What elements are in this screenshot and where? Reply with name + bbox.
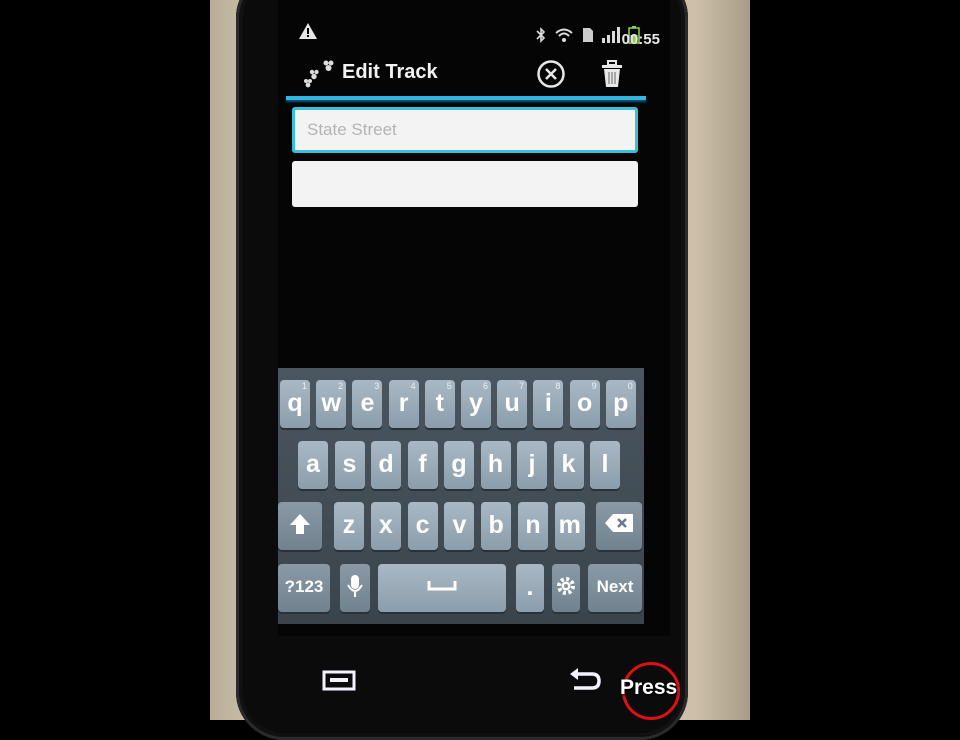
sd-card-icon (582, 27, 594, 48)
key-n[interactable]: n (518, 502, 548, 550)
key-label: n (525, 511, 541, 539)
key-number-hint: 0 (627, 381, 633, 391)
key-q[interactable]: q1 (280, 380, 310, 428)
key-number-hint: 6 (482, 381, 488, 391)
key-label: v (452, 511, 467, 539)
key-x[interactable]: x (370, 502, 401, 550)
key-v[interactable]: v (444, 502, 475, 550)
key-k[interactable]: k (553, 441, 584, 489)
key-label: x (378, 511, 393, 539)
status-bar: 00:55 (278, 14, 670, 54)
key-c[interactable]: c (407, 502, 438, 550)
trash-icon[interactable] (600, 60, 626, 90)
key-i[interactable]: i8 (533, 380, 564, 428)
warning-icon (298, 22, 318, 45)
signal-icon (602, 27, 620, 48)
key-label: r (398, 389, 409, 417)
key-u[interactable]: u7 (497, 380, 528, 428)
key-label: g (451, 450, 467, 478)
key-label: y (469, 389, 483, 417)
status-clock: 00:55 (621, 31, 660, 48)
key-label: a (306, 450, 320, 478)
key-l[interactable]: l (590, 441, 620, 489)
key-w[interactable]: w2 (316, 380, 347, 428)
symbols-key[interactable]: ?123 (278, 564, 330, 612)
key-e[interactable]: e3 (352, 380, 383, 428)
key-label: c (415, 511, 430, 539)
key-label: d (378, 450, 394, 478)
phone-screen: 00:55 Edit Track ?123 (278, 0, 670, 636)
key-j[interactable]: j (517, 441, 547, 489)
backspace-key[interactable] (596, 502, 642, 550)
key-label: e (360, 389, 375, 417)
mic-icon (347, 575, 363, 597)
key-f[interactable]: f (407, 441, 438, 489)
key-label: i (544, 389, 552, 417)
key-number-hint: 2 (338, 381, 344, 391)
key-d[interactable]: d (371, 441, 401, 489)
key-g[interactable]: g (444, 441, 474, 489)
key-label: f (418, 450, 427, 478)
back-icon[interactable] (568, 668, 602, 699)
key-label: m (558, 511, 581, 539)
key-label: u (504, 389, 520, 417)
bluetooth-icon (536, 27, 546, 48)
soft-keyboard: ?123 . Next q1w2e3r4t5y6u7i8o9p0asdfghjk… (278, 368, 644, 624)
key-label: k (561, 450, 576, 478)
shift-icon (290, 514, 310, 534)
key-s[interactable]: s (334, 441, 365, 489)
key-h[interactable]: h (480, 441, 511, 489)
key-label: s (342, 450, 357, 478)
period-key[interactable]: . (516, 564, 544, 612)
key-p[interactable]: p0 (605, 380, 636, 428)
key-a[interactable]: a (298, 441, 328, 489)
settings-icon (557, 577, 575, 595)
page-title: Edit Track (342, 61, 438, 83)
menu-icon[interactable] (322, 670, 358, 697)
key-y[interactable]: y6 (461, 380, 491, 428)
key-label: j (528, 450, 536, 478)
key-b[interactable]: b (481, 502, 512, 550)
key-number-hint: 5 (446, 381, 452, 391)
key-label: b (488, 511, 504, 539)
settings-key[interactable] (552, 564, 580, 612)
key-o[interactable]: o9 (569, 380, 600, 428)
wifi-icon (554, 27, 574, 48)
key-r[interactable]: r4 (388, 380, 419, 428)
mic-key[interactable] (340, 564, 370, 612)
key-number-hint: 3 (374, 381, 380, 391)
shift-key[interactable] (278, 502, 322, 550)
key-number-hint: 1 (301, 381, 307, 391)
next-key[interactable]: Next (588, 564, 642, 612)
key-label: t (435, 389, 444, 417)
key-number-hint: 4 (410, 381, 416, 391)
key-number-hint: 9 (591, 381, 597, 391)
title-bar: Edit Track (278, 54, 670, 94)
key-label: q (287, 389, 303, 417)
key-t[interactable]: t5 (424, 380, 455, 428)
backspace-icon (605, 514, 633, 532)
key-number-hint: 8 (555, 381, 561, 391)
title-divider (286, 96, 646, 100)
key-z[interactable]: z (334, 502, 364, 550)
track-description-field[interactable] (292, 161, 638, 207)
key-label: p (613, 389, 629, 417)
key-m[interactable]: m (554, 502, 585, 550)
key-label: w (321, 389, 341, 417)
space-icon (427, 581, 457, 591)
key-label: o (576, 389, 593, 417)
key-number-hint: 7 (519, 381, 525, 391)
cancel-icon[interactable] (536, 59, 566, 89)
key-label: z (342, 511, 356, 539)
key-label: h (487, 450, 504, 478)
press-annotation-label: Press (620, 676, 678, 699)
key-label: l (601, 450, 609, 478)
paw-prints-icon (304, 58, 336, 93)
track-name-field[interactable] (292, 107, 638, 153)
space-key[interactable] (378, 564, 506, 612)
